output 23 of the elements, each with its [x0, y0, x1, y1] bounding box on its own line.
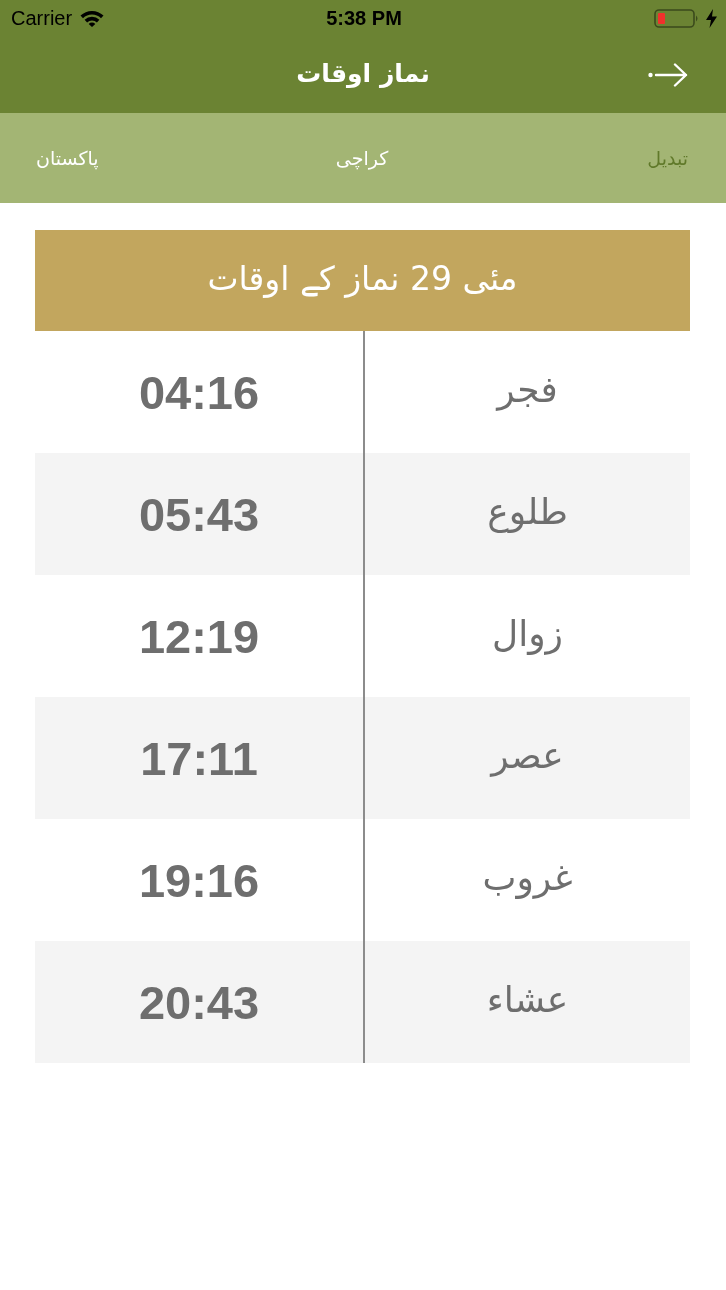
wifi-icon	[80, 10, 105, 27]
time-cell: 20:43	[35, 941, 363, 1063]
prayer-name-cell: عشاء	[365, 941, 690, 1063]
arrow-icon[interactable]	[648, 63, 688, 87]
time-cell-text: 12:19	[137, 608, 261, 665]
lightning-bolt-icon	[706, 9, 717, 28]
clock-time: 5:38 PM	[326, 7, 402, 29]
time-cell: 17:11	[35, 697, 363, 819]
country-label: پاکستان	[36, 147, 99, 169]
date-heading: مئی 29 نماز کے اوقات	[35, 230, 690, 331]
city-label: کراچی	[335, 147, 389, 169]
time-cell-text: 04:16	[137, 364, 261, 421]
prayer-name-cell-text: غروب	[481, 855, 574, 901]
prayer-name-cell: طلوع	[365, 453, 690, 575]
prayer-name-cell-text: زوال	[491, 611, 564, 657]
carrier-label: Carrier	[11, 7, 73, 30]
screen-title: نماز اوقات	[296, 58, 430, 90]
time-cell-text: 19:16	[137, 852, 261, 909]
time-cell: 05:43	[35, 453, 363, 575]
prayer-name-cell: عصر	[365, 697, 690, 819]
change-button[interactable]: تبدیل	[647, 147, 688, 169]
battery-icon	[654, 9, 700, 28]
prayer-name-cell-text: فجر	[494, 367, 559, 413]
